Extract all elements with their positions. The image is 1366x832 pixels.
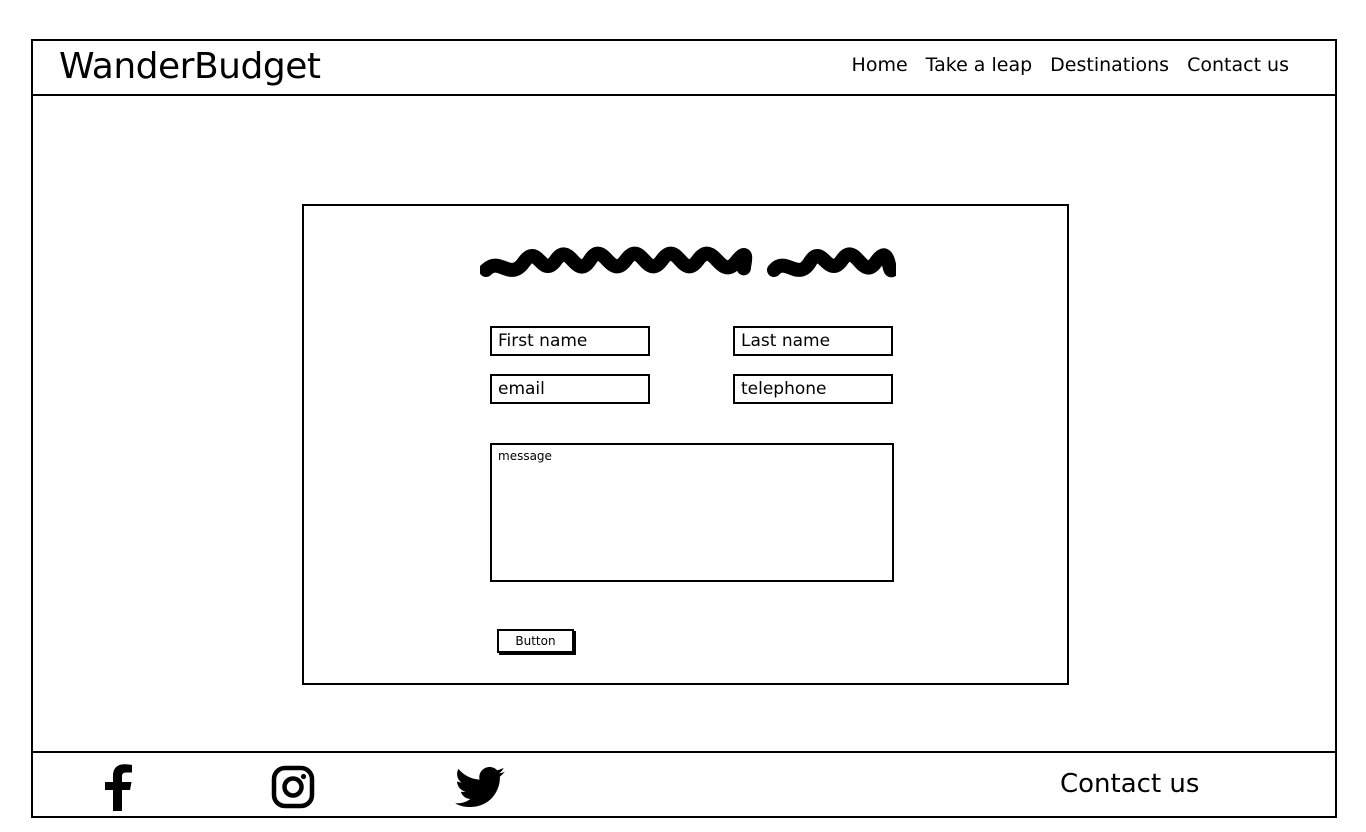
email-input[interactable] [490,374,650,404]
footer-contact-link[interactable]: Contact us [1060,767,1199,801]
telephone-input[interactable] [733,374,893,404]
first-name-input[interactable] [490,326,650,356]
last-name-input[interactable] [733,326,893,356]
main-nav: Home Take a leap Destinations Contact us [852,53,1289,77]
nav-item-contact-us[interactable]: Contact us [1187,53,1289,77]
nav-item-home[interactable]: Home [852,53,908,77]
site-footer: Contact us [31,751,1337,818]
submit-button[interactable]: Button [497,629,574,653]
nav-item-take-a-leap[interactable]: Take a leap [926,53,1033,77]
instagram-icon[interactable] [271,765,315,809]
nav-item-destinations[interactable]: Destinations [1050,53,1169,77]
site-logo[interactable]: WanderBudget [59,45,321,89]
contact-form-card: Button [302,204,1069,685]
site-header: WanderBudget Home Take a leap Destinatio… [31,39,1337,96]
message-textarea[interactable] [490,443,894,582]
twitter-icon[interactable] [455,767,505,807]
form-heading-scribble [480,246,896,278]
facebook-icon[interactable] [103,763,133,811]
